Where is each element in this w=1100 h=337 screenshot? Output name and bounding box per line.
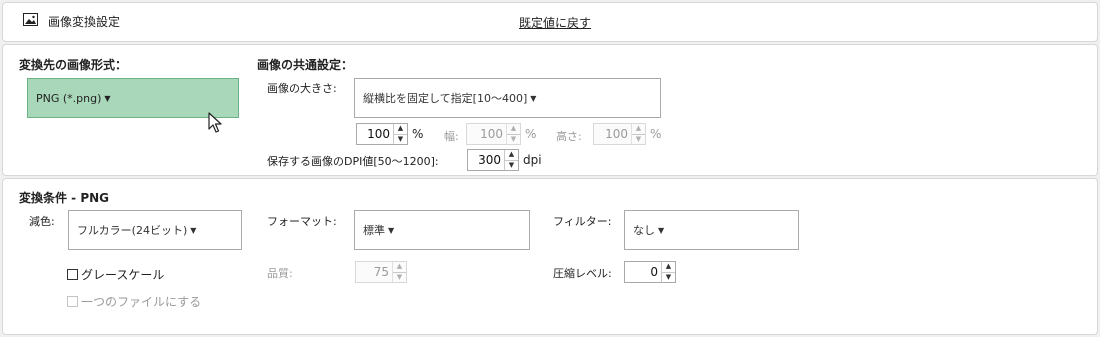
increment-button[interactable]: ▲ (507, 124, 520, 134)
scale-percent-stepper[interactable]: 100 ▲ ▼ (356, 123, 408, 145)
decrement-button[interactable]: ▼ (632, 133, 645, 145)
height-stepper[interactable]: 100 ▲ ▼ (593, 123, 646, 145)
decrement-button[interactable]: ▼ (394, 133, 407, 145)
grayscale-label: グレースケール (81, 268, 165, 282)
dpi-stepper[interactable]: 300 ▲ ▼ (467, 149, 519, 171)
filter-dropdown[interactable]: なし ▼ (624, 210, 799, 250)
output-format-title: 変換先の画像形式： (19, 58, 128, 72)
color-reduction-label: 減色: (29, 215, 55, 228)
width-value[interactable]: 100 (467, 124, 506, 144)
chevron-down-icon: ▼ (530, 93, 537, 103)
scale-percent-unit: % (412, 127, 424, 141)
grayscale-checkbox[interactable]: グレースケール (67, 266, 164, 283)
quality-stepper[interactable]: 75 ▲ ▼ (355, 261, 407, 283)
chevron-down-icon: ▼ (388, 225, 395, 235)
header-panel: 画像変換設定 既定値に戻す (2, 2, 1098, 42)
width-unit: % (525, 127, 537, 141)
decrement-button[interactable]: ▼ (662, 271, 675, 283)
png-format-value: 標準 (363, 224, 385, 237)
increment-button[interactable]: ▲ (394, 124, 407, 134)
dpi-value[interactable]: 300 (468, 150, 504, 170)
checkbox-box[interactable] (67, 296, 78, 307)
height-unit: % (650, 127, 662, 141)
image-size-mode-value: 縦横比を固定して指定[10～400] (363, 92, 528, 105)
decrement-button[interactable]: ▼ (505, 159, 518, 171)
width-stepper[interactable]: 100 ▲ ▼ (466, 123, 521, 145)
height-label: 高さ: (556, 130, 582, 143)
increment-button[interactable]: ▲ (505, 150, 518, 160)
compression-level-label: 圧縮レベル: (553, 267, 612, 280)
image-size-mode-dropdown[interactable]: 縦横比を固定して指定[10～400] ▼ (354, 78, 661, 118)
compression-level-value[interactable]: 0 (625, 262, 661, 282)
common-settings-title: 画像の共通設定： (257, 58, 354, 72)
conversion-conditions-panel: 変換条件 - PNG 減色: フルカラー(24ビット) ▼ グレースケール 一つの… (2, 178, 1098, 335)
page-title: 画像変換設定 (48, 15, 121, 29)
format-label: フォーマット: (267, 215, 337, 228)
decrement-button[interactable]: ▼ (507, 133, 520, 145)
width-label: 幅: (444, 130, 459, 143)
filter-label: フィルター: (553, 215, 612, 228)
quality-value[interactable]: 75 (356, 262, 392, 282)
reset-defaults-link[interactable]: 既定値に戻す (519, 14, 591, 31)
color-reduction-dropdown[interactable]: フルカラー(24ビット) ▼ (68, 210, 242, 250)
chevron-down-icon: ▼ (104, 93, 111, 103)
increment-button[interactable]: ▲ (632, 124, 645, 134)
chevron-down-icon: ▼ (658, 225, 665, 235)
increment-button[interactable]: ▲ (662, 262, 675, 272)
decrement-button[interactable]: ▼ (393, 271, 406, 283)
image-size-label: 画像の大きさ: (267, 82, 337, 95)
single-file-checkbox[interactable]: 一つのファイルにする (67, 293, 201, 310)
png-format-dropdown[interactable]: 標準 ▼ (354, 210, 530, 250)
output-format-value: PNG (*.png) (36, 91, 102, 105)
conversion-conditions-title: 変換条件 - PNG (19, 191, 110, 205)
single-file-label: 一つのファイルにする (81, 295, 202, 309)
image-icon (23, 13, 38, 26)
filter-value: なし (633, 224, 655, 237)
scale-percent-value[interactable]: 100 (357, 124, 393, 144)
compression-level-stepper[interactable]: 0 ▲ ▼ (624, 261, 676, 283)
format-settings-panel: 変換先の画像形式： PNG (*.png) ▼ 画像の共通設定： 画像の大きさ: … (2, 44, 1098, 176)
mouse-pointer-icon (208, 112, 224, 137)
quality-label: 品質: (267, 267, 293, 280)
height-value[interactable]: 100 (594, 124, 631, 144)
dpi-unit: dpi (523, 153, 542, 167)
increment-button[interactable]: ▲ (393, 262, 406, 272)
chevron-down-icon: ▼ (190, 225, 197, 235)
checkbox-box[interactable] (67, 269, 78, 280)
color-reduction-value: フルカラー(24ビット) (77, 224, 188, 237)
dpi-label: 保存する画像のDPI値[50～1200]: (267, 155, 439, 168)
